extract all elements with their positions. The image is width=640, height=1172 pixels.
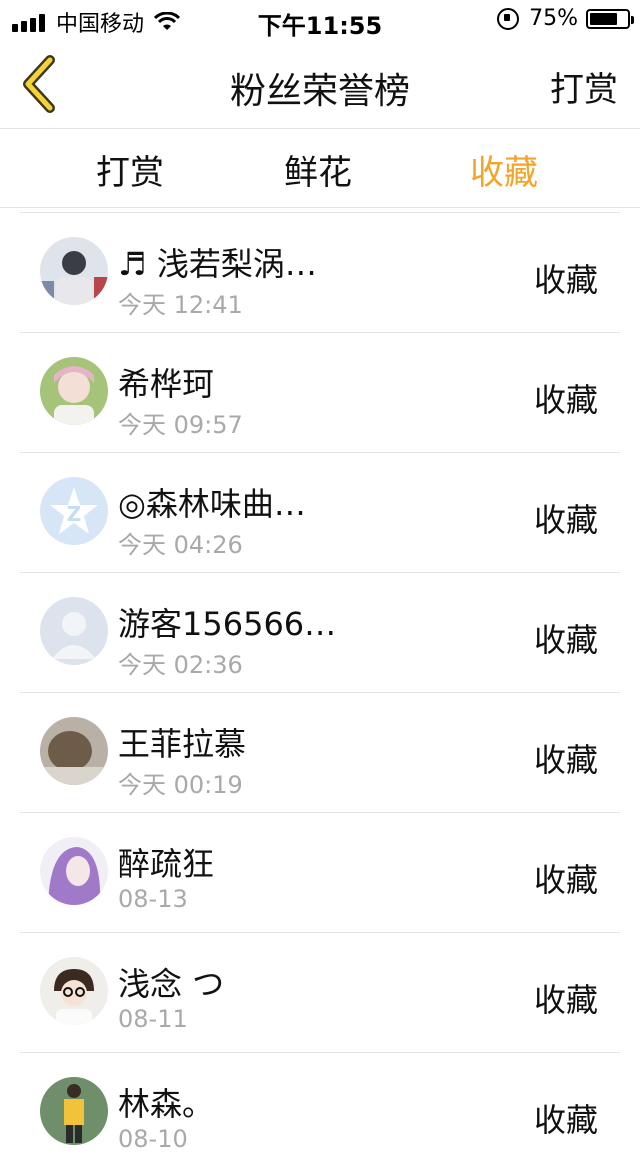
list-item[interactable]: 浅念 つ 08-11 收藏 [20,932,620,1052]
page-title: 粉丝荣誉榜 [229,71,410,112]
list-item[interactable]: Z ◎森林味曲… 今天 04:26 收藏 [20,452,620,572]
battery-fill [590,12,617,25]
timestamp: 今天 09:57 [118,411,243,439]
user-name: 浅念 つ [118,965,225,1003]
avatar [40,1077,108,1145]
status-right: 75% [497,6,634,31]
favorite-label: 收藏 [533,1101,598,1139]
nav-bar: 粉丝荣誉榜 打赏 [0,40,640,129]
rotation-lock-icon [497,7,520,30]
avatar: Z [40,477,108,545]
avatar [40,837,108,905]
avatar [40,237,108,305]
favorite-label: 收藏 [533,621,598,659]
tab-favorites[interactable]: 收藏 [470,145,538,194]
favorite-label: 收藏 [533,501,598,539]
favorite-label: 收藏 [533,741,598,779]
avatar [40,957,108,1025]
timestamp: 今天 04:26 [118,531,243,559]
svg-text:Z: Z [67,502,82,526]
tab-bar: 打赏 鲜花 收藏 [0,129,640,208]
favorite-label: 收藏 [533,981,598,1019]
list-item[interactable]: 希桦珂 今天 09:57 收藏 [20,332,620,452]
user-name: 王菲拉慕 [118,725,247,763]
favorite-label: 收藏 [533,261,598,299]
favorite-label: 收藏 [533,381,598,419]
fan-list: ♬ 浅若梨涡… 今天 12:41 收藏 希桦珂 今天 09:57 收藏 Z ◎森… [20,212,620,1172]
user-name: ◎森林味曲… [118,485,306,523]
timestamp: 08-10 [118,1125,188,1153]
battery-icon [586,8,634,29]
list-item[interactable]: 王菲拉慕 今天 00:19 收藏 [20,692,620,812]
user-name: 游客156566… [118,605,337,643]
favorite-label: 收藏 [533,861,598,899]
timestamp: 08-11 [118,1005,188,1033]
avatar [40,357,108,425]
list-item[interactable]: 林森。 08-10 收藏 [20,1052,620,1172]
battery-percent: 75% [529,6,578,31]
timestamp: 今天 12:41 [118,291,243,319]
timestamp: 08-13 [118,885,188,913]
reward-button[interactable]: 打赏 [550,62,618,111]
list-item[interactable]: 游客156566… 今天 02:36 收藏 [20,572,620,692]
tab-flowers[interactable]: 鲜花 [284,145,352,194]
user-name: 希桦珂 [118,365,215,403]
list-item[interactable]: ♬ 浅若梨涡… 今天 12:41 收藏 [20,212,620,332]
timestamp: 今天 00:19 [118,771,243,799]
timestamp: 今天 02:36 [118,651,243,679]
user-name: ♬ 浅若梨涡… [118,245,317,283]
avatar [40,597,108,665]
avatar [40,717,108,785]
user-name: 林森。 [118,1085,215,1123]
user-name: 醉疏狂 [118,845,215,883]
status-bar: 中国移动 下午11:55 75% [0,0,640,40]
list-item[interactable]: 醉疏狂 08-13 收藏 [20,812,620,932]
tab-reward[interactable]: 打赏 [96,145,164,194]
